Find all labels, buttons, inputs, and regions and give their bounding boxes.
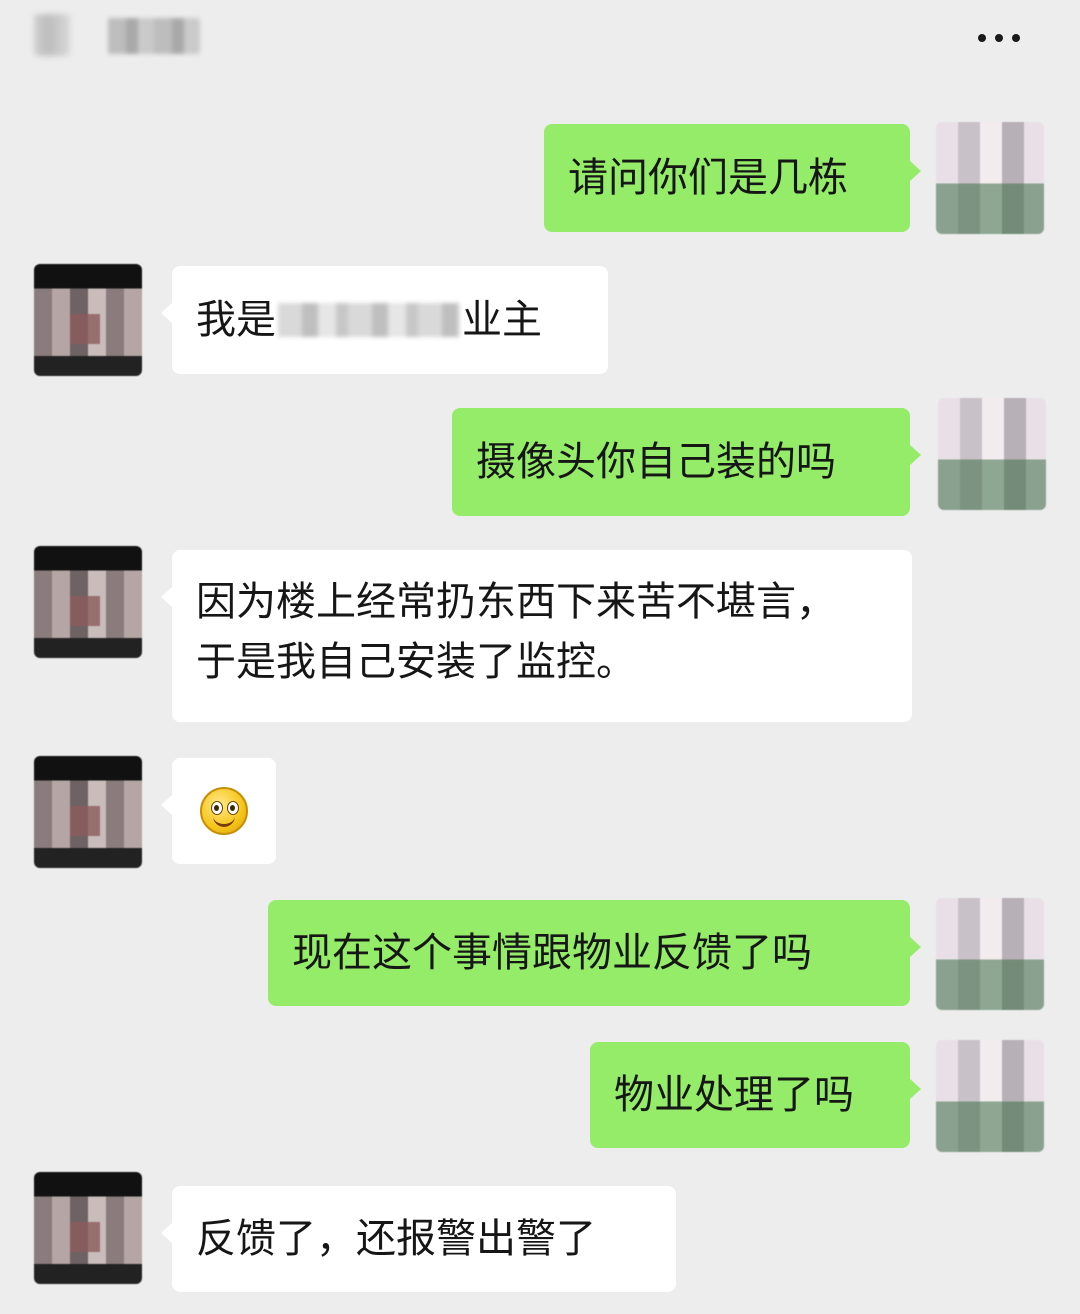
back-button-blurred[interactable] — [34, 14, 70, 56]
message-bubble[interactable]: 物业处理了吗 — [590, 1042, 921, 1148]
message-bubble[interactable] — [161, 758, 276, 864]
message-text: 现在这个事情跟物业反馈了吗 — [292, 930, 812, 976]
message-text-prefix: 我是 — [196, 297, 276, 343]
message-text: 物业处理了吗 — [614, 1072, 854, 1118]
avatar-self[interactable] — [936, 898, 1044, 1010]
avatar-self[interactable] — [936, 1040, 1044, 1152]
message-bubble[interactable]: 请问你们是几栋 — [544, 124, 921, 232]
avatar-contact[interactable] — [34, 546, 142, 658]
chat-header — [0, 0, 1080, 80]
avatar-contact[interactable] — [34, 1172, 142, 1284]
message-bubble[interactable]: 我是 业主 — [161, 266, 608, 374]
chat-title-blurred — [108, 18, 200, 54]
avatar-self[interactable] — [936, 122, 1044, 234]
message-text: 摄像头你自己装的吗 — [476, 439, 836, 485]
message-text-line: 因为楼上经常扔东西下来苦不堪言， — [196, 579, 836, 625]
message-bubble[interactable]: 因为楼上经常扔东西下来苦不堪言， 于是我自己安装了监控。 — [161, 550, 912, 722]
redacted-text — [278, 303, 460, 337]
avatar-contact[interactable] — [34, 756, 142, 868]
message-bubble[interactable]: 摄像头你自己装的吗 — [452, 408, 921, 516]
message-bubble[interactable]: 现在这个事情跟物业反馈了吗 — [268, 900, 921, 1006]
avatar-contact[interactable] — [34, 264, 142, 376]
avatar-self[interactable] — [938, 398, 1046, 510]
more-options-icon[interactable] — [978, 28, 1030, 48]
smile-emoji-icon — [200, 787, 248, 835]
message-text: 请问你们是几栋 — [568, 155, 848, 201]
message-text: 反馈了，还报警出警了 — [196, 1216, 596, 1262]
message-text-line: 于是我自己安装了监控。 — [196, 639, 636, 685]
message-bubble[interactable]: 反馈了，还报警出警了 — [161, 1186, 676, 1292]
message-text-suffix: 业主 — [462, 297, 542, 343]
